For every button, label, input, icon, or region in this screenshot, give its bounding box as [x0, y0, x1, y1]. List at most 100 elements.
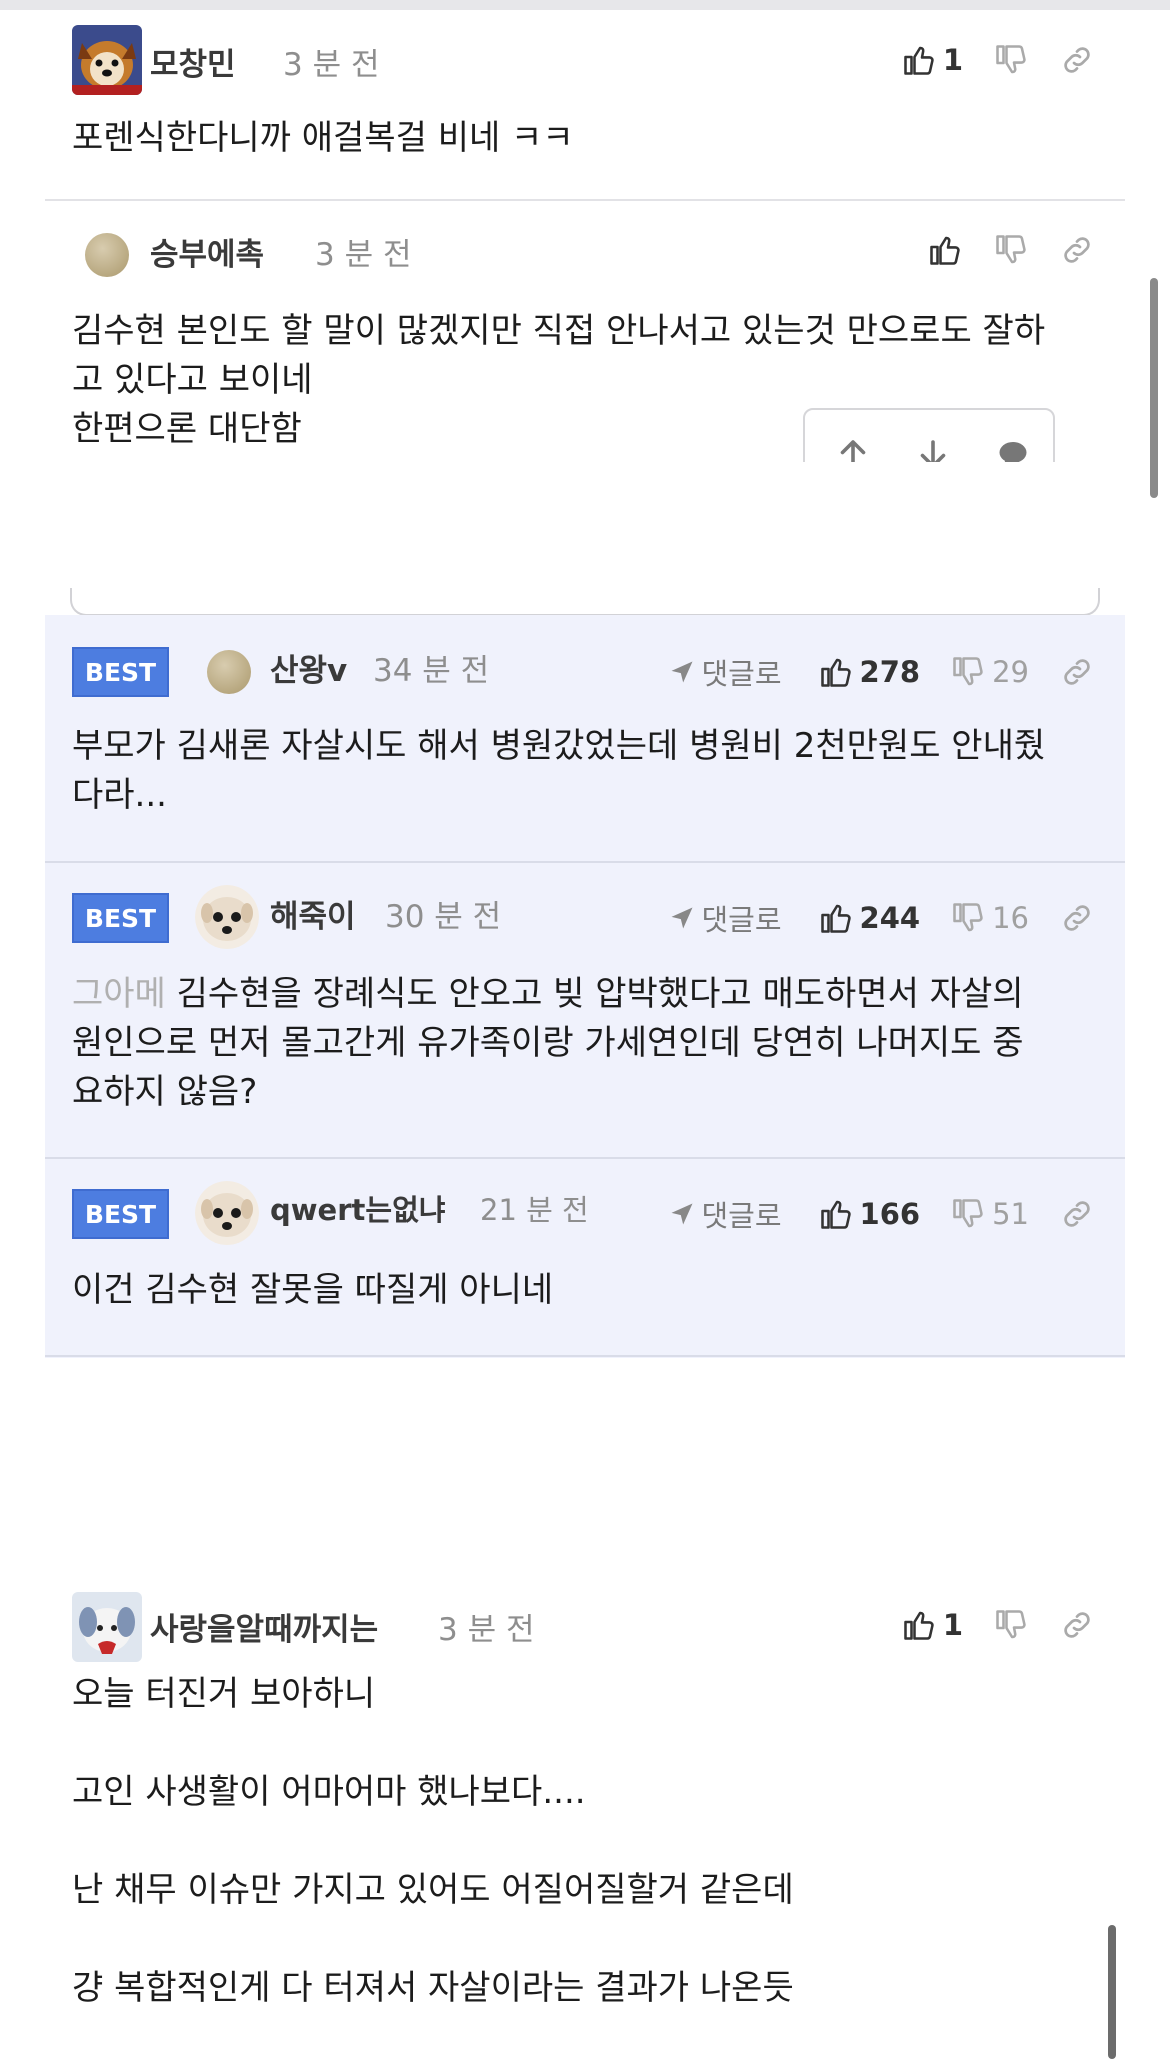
reply-label: 댓글로 [701, 657, 782, 691]
best-badge: BEST [72, 647, 169, 697]
link-icon [1064, 905, 1090, 931]
comment-nickname[interactable]: 승부에촉 [150, 229, 264, 274]
dislike-button[interactable] [993, 42, 1029, 78]
thumbs-up-icon [820, 904, 851, 933]
like-button[interactable]: 166 [818, 1196, 921, 1232]
link-button[interactable] [1059, 654, 1095, 690]
top-edge-bar [0, 0, 1170, 10]
link-button[interactable] [1059, 1196, 1095, 1232]
reply-button[interactable]: 댓글로 [668, 1193, 782, 1235]
comment-time: 21 분 전 [480, 1193, 589, 1227]
comment-body: 포렌식한다니까 애걸복걸 비네 ㅋㅋ [72, 118, 574, 158]
link-icon [1064, 47, 1090, 73]
comment-item: 사랑을알때까지는 3 분 전 1 오늘 터진거 보아하니 고인 사생활이 어마어… [45, 1590, 1125, 2059]
reply-button[interactable]: 댓글로 [668, 651, 782, 693]
comment-actions: 1 [871, 25, 1095, 95]
comment-nickname[interactable]: qwert는없냐 [270, 1187, 445, 1229]
comment-body: 이건 김수현 잘못을 따질게 아니네 [72, 1270, 554, 1310]
dislike-button[interactable] [993, 1607, 1029, 1643]
comment-time: 34 분 전 [373, 653, 490, 689]
panel-bottom-edge [70, 588, 1100, 616]
comment-body-text: 김수현을 장례식도 안오고 빚 압박했다고 매도하면서 자살의 원인으로 먼저 … [72, 974, 1024, 1112]
comment-nickname[interactable]: 모창민 [150, 39, 236, 84]
comment-nickname[interactable]: 사랑을알때까지는 [150, 1604, 378, 1649]
comment-body: 그아메 김수현을 장례식도 안오고 빚 압박했다고 매도하면서 자살의 원인으로… [72, 970, 1105, 1117]
scrollbar-thumb[interactable] [1150, 278, 1158, 498]
thumbs-up-icon [904, 46, 934, 75]
reply-label: 댓글로 [701, 1199, 782, 1233]
link-icon [1064, 659, 1090, 685]
dislike-count: 51 [992, 1197, 1029, 1231]
like-button[interactable]: 1 [901, 42, 963, 78]
comment-header: 모창민 3 분 전 1 [45, 25, 1125, 95]
best-badge: BEST [72, 1189, 169, 1239]
like-count: 166 [859, 1197, 921, 1231]
link-button[interactable] [1059, 232, 1095, 268]
comment-body: 부모가 김새론 자살시도 해서 병원갔었는데 병원비 2천만원도 안내줬 다라.… [72, 726, 1046, 815]
link-icon [1064, 1612, 1090, 1638]
thumbs-down-icon [953, 657, 983, 686]
divider [45, 1355, 1125, 1357]
comment-time: 3 분 전 [283, 47, 380, 83]
avatar[interactable] [195, 885, 259, 949]
comment-actions: 댓글로 244 16 [668, 883, 1096, 953]
comment-actions: 1 [871, 1590, 1095, 1660]
thumbs-down-icon [996, 1610, 1026, 1639]
send-arrow-icon [671, 907, 692, 929]
scrollbar-thumb[interactable] [1108, 1925, 1116, 2059]
send-arrow-icon [671, 661, 692, 683]
thumbs-up-icon [820, 1200, 851, 1229]
comment-time: 3 분 전 [315, 237, 412, 273]
best-comment-item: BEST 산왕v 34 분 전 댓글로 278 29 부모가 김새론 자살시도 … [45, 615, 1125, 861]
comment-time: 3 분 전 [438, 1612, 535, 1648]
thumbs-down-icon [996, 235, 1026, 264]
comment-actions [897, 215, 1095, 285]
send-arrow-icon [671, 1203, 692, 1225]
dislike-button[interactable] [993, 232, 1029, 268]
thumbs-up-icon [820, 658, 851, 687]
best-comment-item: BEST qwert는없냐 21 분 전 댓글로 166 51 이건 김수현 잘… [45, 1159, 1125, 1358]
thumbs-down-icon [996, 45, 1026, 74]
dislike-button[interactable]: 16 [950, 900, 1029, 936]
avatar[interactable] [85, 233, 129, 277]
like-button[interactable]: 1 [901, 1607, 963, 1643]
avatar[interactable] [72, 25, 142, 95]
comment-actions: 댓글로 166 51 [668, 1179, 1096, 1249]
like-button[interactable]: 278 [818, 654, 921, 690]
link-button[interactable] [1059, 1607, 1095, 1643]
comment-header: 승부에촉 3 분 전 [45, 215, 1125, 285]
link-icon [1064, 1201, 1090, 1227]
like-count: 1 [942, 43, 963, 77]
like-button[interactable] [927, 232, 963, 268]
thumbs-up-icon [930, 236, 960, 265]
best-comment-item: BEST 해죽이 30 분 전 댓글로 244 16 그아메 김수현을 장례식도… [45, 863, 1125, 1159]
link-icon [1064, 237, 1090, 263]
like-button[interactable]: 244 [818, 900, 921, 936]
link-button[interactable] [1059, 900, 1095, 936]
comment-actions: 댓글로 278 29 [668, 637, 1096, 707]
reply-button[interactable]: 댓글로 [668, 897, 782, 939]
avatar[interactable] [195, 1181, 259, 1245]
best-comments-section: BEST 산왕v 34 분 전 댓글로 278 29 부모가 김새론 자살시도 … [45, 615, 1125, 1358]
dislike-button[interactable]: 51 [950, 1196, 1029, 1232]
like-count: 1 [942, 1608, 963, 1642]
comment-header: 사랑을알때까지는 3 분 전 1 [45, 1590, 1125, 1662]
reply-label: 댓글로 [701, 903, 782, 937]
best-badge: BEST [72, 893, 169, 943]
like-count: 244 [859, 901, 921, 935]
comment-nickname[interactable]: 해죽이 [270, 891, 356, 936]
thumbs-down-icon [953, 1199, 983, 1228]
link-button[interactable] [1059, 42, 1095, 78]
comment-item: 모창민 3 분 전 1 포렌식한다니까 애걸복걸 비네 ㅋㅋ [45, 25, 1125, 175]
divider [45, 199, 1125, 201]
quoted-nickname[interactable]: 그아메 [72, 974, 166, 1014]
avatar[interactable] [207, 650, 251, 694]
thumbs-up-icon [904, 1611, 934, 1640]
comment-nickname[interactable]: 산왕v [270, 645, 347, 690]
dislike-button[interactable]: 29 [950, 654, 1029, 690]
dislike-count: 29 [992, 655, 1029, 689]
like-count: 278 [859, 655, 921, 689]
comment-time: 30 분 전 [385, 899, 502, 935]
comment-body: 오늘 터진거 보아하니 고인 사생활이 어마어마 했나보다.... 난 채무 이… [72, 1674, 794, 2008]
avatar[interactable] [72, 1592, 142, 1662]
